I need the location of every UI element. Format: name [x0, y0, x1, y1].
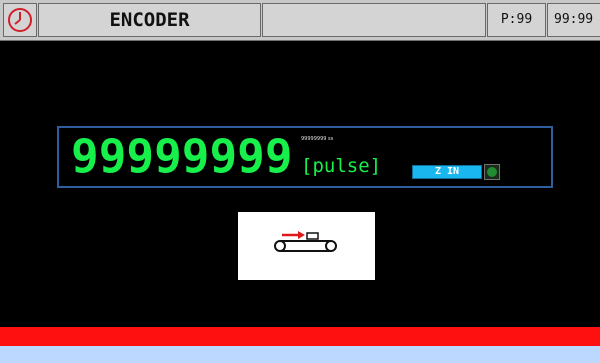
- encoder-counter-panel: 99999999 99999999 ss [pulse] Z IN: [57, 126, 553, 188]
- led-indicator-icon: [484, 164, 500, 180]
- top-bar: ENCODER P:99 99:99: [0, 0, 600, 41]
- led-lamp: [487, 167, 497, 177]
- counter-unit: [pulse]: [301, 155, 382, 177]
- screen-title: ENCODER: [38, 3, 261, 37]
- status-bar: [0, 346, 600, 363]
- message-area: [262, 3, 486, 37]
- encoder-count-value: 99999999: [71, 129, 293, 183]
- conveyor-image: [238, 212, 375, 280]
- z-in-button[interactable]: Z IN: [412, 165, 482, 179]
- program-number: P:99: [487, 3, 546, 37]
- conveyor-belt-icon: [274, 231, 337, 252]
- clock-icon: [8, 8, 32, 32]
- clock-button[interactable]: [3, 3, 37, 37]
- alarm-bar: [0, 327, 600, 346]
- time-display: 99:99: [547, 3, 600, 37]
- counter-small-label: 99999999 ss: [301, 136, 334, 142]
